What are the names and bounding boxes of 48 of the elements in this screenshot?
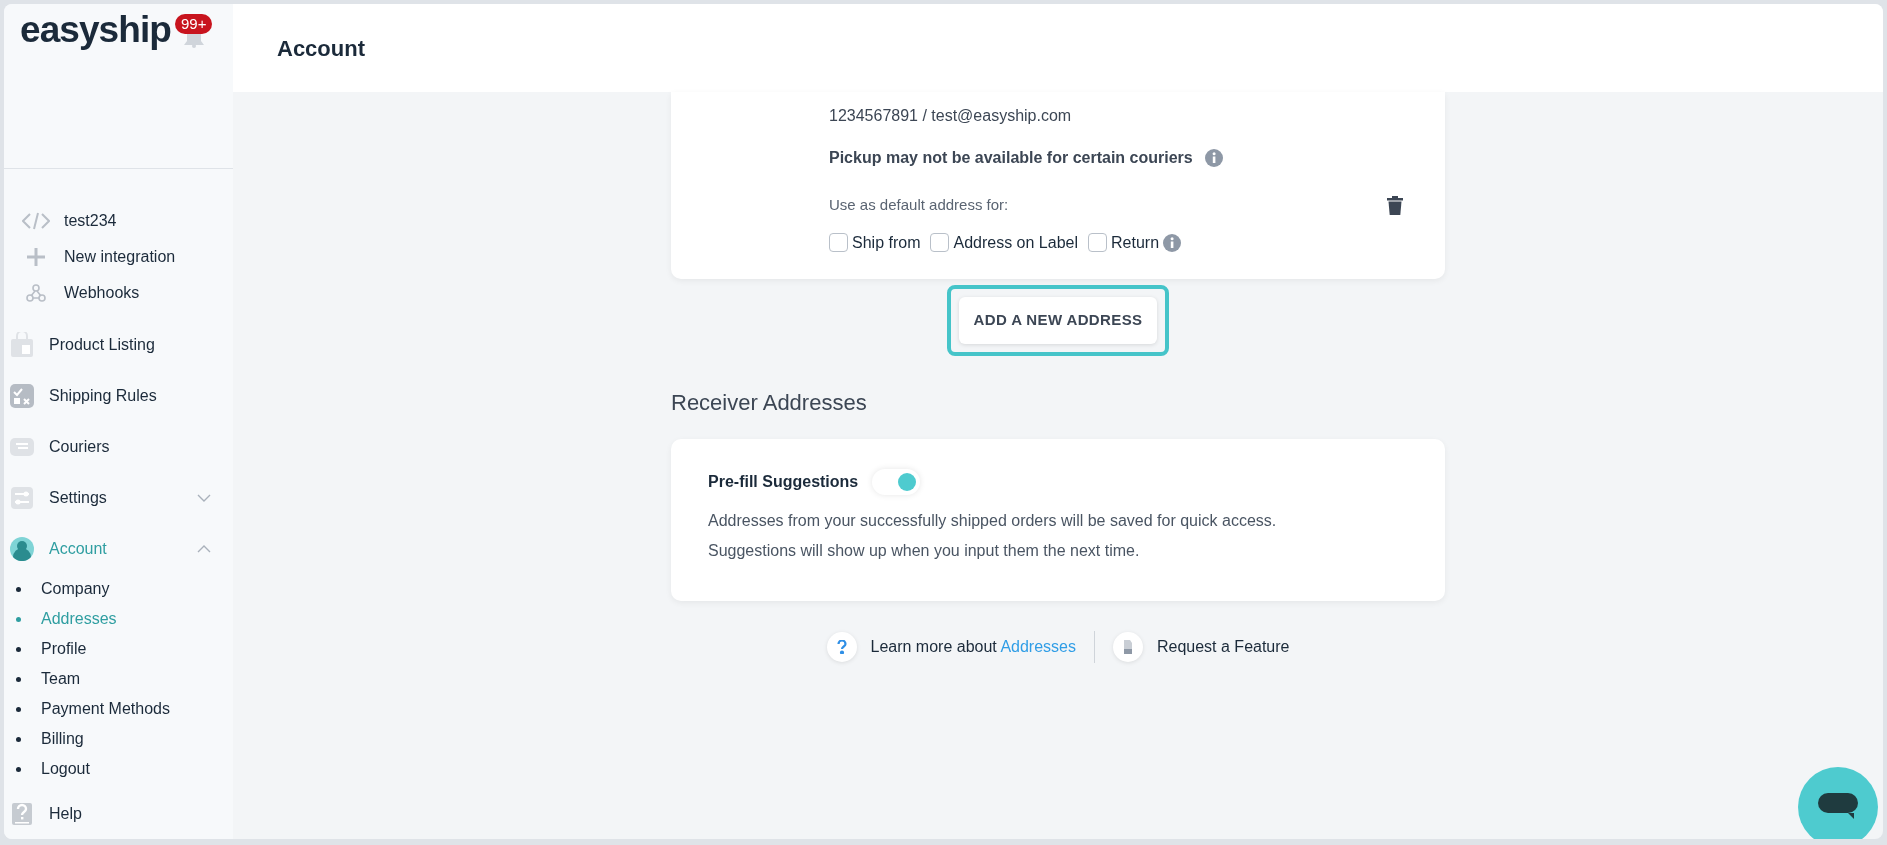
info-icon [1204,149,1223,167]
description-text: Suggestions will show up when you input them the next time. [708,540,1141,561]
webhook-icon [26,283,46,303]
sidebar-item[interactable]: Settings [4,472,233,523]
rules-icon [9,382,35,409]
contact-text: 1234567891 / test@easyship.com [829,106,1073,126]
logo[interactable]: easyship [20,10,171,51]
plus-icon [26,247,46,267]
help-icon [11,801,33,826]
checkbox-label: Ship from [852,232,921,253]
prefill-label: Pre-fill Suggestions [708,471,859,492]
integration-link[interactable]: Webhooks [64,281,140,305]
request-feature-link[interactable]: Request a Feature [1156,634,1290,659]
sidebar-item[interactable]: Shipping Rules [4,370,233,421]
submenu-item[interactable]: Logout [4,754,233,784]
bag-icon [9,331,35,358]
code-icon [22,212,50,230]
integration-link[interactable]: New integration [64,245,176,269]
description-text: Addresses from your successfully shipped orders will be saved for quick access. [708,510,1278,531]
checkbox-label: Return [1111,232,1160,253]
info-icon [1163,233,1182,252]
notification-badge: 99+ [175,14,213,34]
integration-link[interactable]: test234 [64,209,117,233]
checkbox[interactable] [829,233,848,252]
chat-icon [1818,793,1858,821]
sidebar-item[interactable]: Product Listing [4,319,233,370]
submenu-item[interactable]: Profile [4,634,233,664]
sliders-icon [10,485,34,510]
submenu-item[interactable]: Billing [4,724,233,754]
checkbox[interactable] [930,233,950,252]
add-address-button[interactable]: ADD A NEW ADDRESS [958,296,1158,344]
checkbox[interactable] [1088,233,1107,252]
sidebar-item[interactable]: Help [4,788,233,839]
toggle-switch[interactable] [872,468,921,495]
sidebar-item[interactable]: Couriers [4,421,233,472]
user-icon [10,536,34,561]
pickup-note: Pickup may not be available for certain couriers [829,148,1193,168]
question-icon [826,631,857,662]
submenu-item[interactable]: Payment Methods [4,694,233,724]
checkbox-label: Address on Label [953,232,1078,253]
default-label: Use as default address for: [829,195,1009,215]
section-title: Receiver Addresses [671,388,868,417]
learn-more-text: Learn more about Addresses [870,636,1076,657]
trash-icon[interactable] [1387,195,1403,215]
page-title: Account [277,34,365,63]
submenu-item[interactable]: Team [4,664,233,694]
bell-icon[interactable] [182,34,205,48]
submenu-item[interactable]: Company [4,574,233,604]
